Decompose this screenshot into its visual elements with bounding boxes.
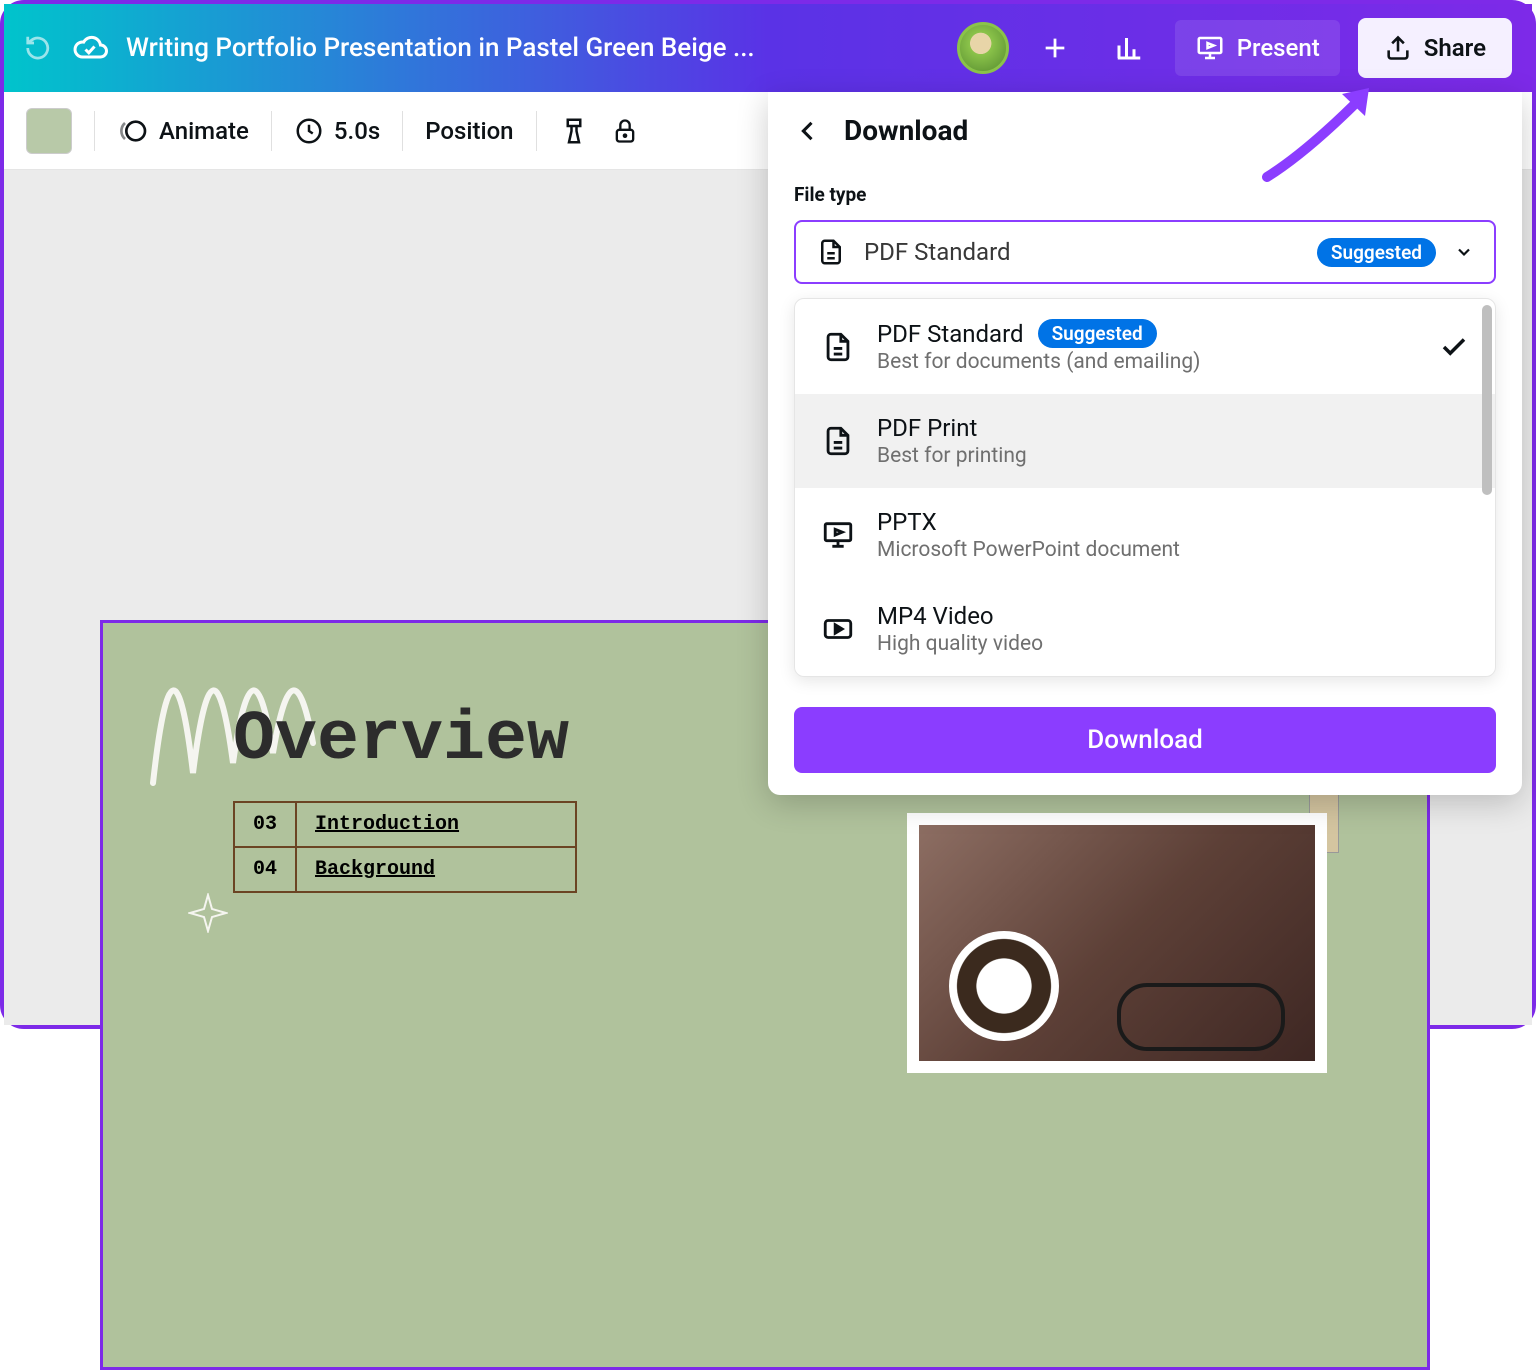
option-pptx[interactable]: PPTX Microsoft PowerPoint document <box>795 488 1495 582</box>
suggested-badge: Suggested <box>1317 238 1436 267</box>
slide-title[interactable]: Overview <box>233 701 569 780</box>
option-pdf-print[interactable]: PDF Print Best for printing <box>795 394 1495 488</box>
file-icon <box>821 330 855 364</box>
analytics-button[interactable] <box>1101 20 1157 76</box>
present-label: Present <box>1237 34 1320 62</box>
file-type-select[interactable]: PDF Standard Suggested <box>794 220 1496 284</box>
option-pdf-standard[interactable]: PDF Standard Suggested Best for document… <box>795 299 1495 394</box>
app-header: Writing Portfolio Presentation in Pastel… <box>4 4 1532 92</box>
video-icon <box>821 612 855 646</box>
selected-file-type: PDF Standard <box>864 238 1299 266</box>
present-icon <box>821 518 855 552</box>
option-mp4[interactable]: MP4 Video High quality video <box>795 582 1495 676</box>
duration-button[interactable]: 5.0s <box>294 116 380 146</box>
back-icon[interactable] <box>794 117 822 145</box>
sparkle-icon <box>188 893 228 933</box>
document-title[interactable]: Writing Portfolio Presentation in Pastel… <box>126 33 939 63</box>
slide-photo[interactable] <box>907 813 1327 1073</box>
panel-title: Download <box>844 114 968 147</box>
position-button[interactable]: Position <box>425 117 513 145</box>
table-row: 04Background <box>234 847 576 892</box>
scrollbar[interactable] <box>1482 305 1492 495</box>
chevron-down-icon <box>1454 242 1474 262</box>
download-button[interactable]: Download <box>794 707 1496 773</box>
share-button[interactable]: Share <box>1358 18 1512 78</box>
present-button[interactable]: Present <box>1175 20 1340 76</box>
animate-button[interactable]: Animate <box>117 115 249 147</box>
format-painter-button[interactable] <box>559 116 589 146</box>
file-icon <box>816 237 846 267</box>
user-avatar[interactable] <box>957 22 1009 74</box>
overview-table[interactable]: 03Introduction 04Background <box>233 801 577 893</box>
redo-icon[interactable] <box>24 33 54 63</box>
file-icon <box>821 424 855 458</box>
share-label: Share <box>1424 34 1486 62</box>
table-row: 03Introduction <box>234 802 576 847</box>
check-icon <box>1439 332 1469 362</box>
file-type-label: File type <box>794 183 1496 206</box>
cloud-save-icon[interactable] <box>72 30 108 66</box>
download-panel: Download File type PDF Standard Suggeste… <box>768 92 1522 795</box>
add-button[interactable] <box>1027 20 1083 76</box>
file-type-dropdown: PDF Standard Suggested Best for document… <box>794 298 1496 677</box>
color-swatch[interactable] <box>26 108 72 154</box>
lock-button[interactable] <box>611 117 639 145</box>
